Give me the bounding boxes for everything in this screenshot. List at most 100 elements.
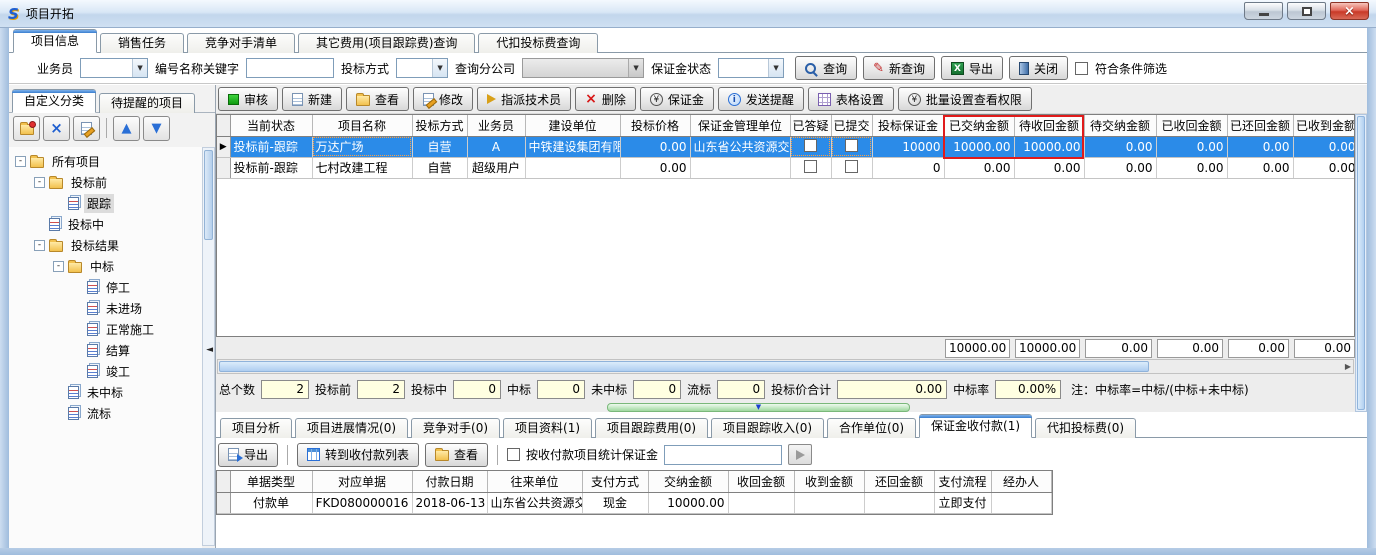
new-button[interactable]: 新建 — [282, 87, 342, 111]
column-header[interactable]: 收到金额 — [794, 471, 864, 492]
close-button[interactable]: 关闭 — [1009, 56, 1068, 80]
stat-apply-button[interactable] — [788, 444, 812, 465]
scroll-thumb[interactable] — [219, 361, 1149, 372]
maximize-button[interactable] — [1287, 2, 1326, 20]
deposit-button[interactable]: ¥保证金 — [640, 87, 714, 111]
move-down-button[interactable]: ▼ — [143, 116, 170, 141]
export-button[interactable]: X导出 — [941, 56, 1003, 80]
delete-category-button[interactable]: × — [43, 116, 70, 141]
new-query-button[interactable]: ✎新查询 — [863, 56, 935, 80]
detail-tab-1[interactable]: 项目分析 — [220, 418, 292, 438]
expander-icon[interactable]: - — [15, 156, 26, 167]
minimize-button[interactable] — [1244, 2, 1283, 20]
detail-tab-8[interactable]: 保证金收付款(1) — [919, 414, 1032, 438]
view-button[interactable]: 查看 — [346, 87, 409, 111]
column-header[interactable]: 投标方式 — [412, 115, 467, 136]
main-tab-2[interactable]: 销售任务 — [100, 33, 184, 53]
scroll-thumb[interactable] — [204, 150, 213, 240]
detail-tab-2[interactable]: 项目进展情况(0) — [295, 418, 408, 438]
tree-item[interactable]: -投标结果 — [9, 235, 202, 256]
column-header[interactable]: 收回金额 — [728, 471, 794, 492]
column-header[interactable]: 交纳金额 — [648, 471, 728, 492]
column-header[interactable]: 付款日期 — [412, 471, 487, 492]
payments-table[interactable]: 单据类型对应单据付款日期往来单位支付方式交纳金额收回金额收到金额还回金额支付流程… — [217, 471, 1052, 514]
tree-item[interactable]: 正常施工 — [9, 319, 202, 340]
column-header[interactable]: 建设单位 — [525, 115, 620, 136]
detail-tab-4[interactable]: 项目资料(1) — [503, 418, 592, 438]
condition-filter-checkbox[interactable] — [1075, 62, 1088, 75]
checkbox[interactable] — [845, 139, 858, 152]
tree-item[interactable]: -投标前 — [9, 172, 202, 193]
category-tab-1[interactable]: 自定义分类 — [12, 89, 96, 113]
view-payment-button[interactable]: 查看 — [425, 443, 488, 467]
category-tab-2[interactable]: 待提醒的项目 — [99, 93, 195, 113]
column-header[interactable]: 已收回金额 — [1156, 115, 1227, 136]
column-header[interactable]: 对应单据 — [312, 471, 412, 492]
column-header[interactable]: 待收回金额 — [1014, 115, 1084, 136]
table-row[interactable]: 付款单FKD0800000162018-06-13山东省公共资源交现金10000… — [217, 492, 1051, 513]
column-header[interactable]: 待交纳金额 — [1084, 115, 1156, 136]
new-category-button[interactable] — [13, 116, 40, 141]
column-header[interactable]: 单据类型 — [230, 471, 312, 492]
tree-item[interactable]: 停工 — [9, 277, 202, 298]
tree-item[interactable]: 结算 — [9, 340, 202, 361]
tree-item[interactable]: 未进场 — [9, 298, 202, 319]
stat-input[interactable] — [664, 445, 782, 465]
expander-icon[interactable]: - — [34, 177, 45, 188]
tree-item[interactable]: -所有项目 — [9, 151, 202, 172]
column-header[interactable]: 已答疑 — [790, 115, 831, 136]
tree-item[interactable]: 未中标 — [9, 382, 202, 403]
column-header[interactable]: 还回金额 — [864, 471, 934, 492]
column-header[interactable]: 保证金管理单位 — [690, 115, 790, 136]
export-payments-button[interactable]: 导出 — [218, 443, 278, 467]
send-reminder-button[interactable]: i发送提醒 — [718, 87, 804, 111]
main-tab-3[interactable]: 竞争对手清单 — [187, 33, 295, 53]
expander-icon[interactable]: - — [34, 240, 45, 251]
modify-button[interactable]: 修改 — [413, 87, 473, 111]
column-header[interactable]: 经办人 — [991, 471, 1051, 492]
tree-item[interactable]: -中标 — [9, 256, 202, 277]
audit-button[interactable]: 审核 — [218, 87, 278, 111]
detail-tab-5[interactable]: 项目跟踪费用(0) — [595, 418, 708, 438]
bid-method-combo[interactable]: ▼ — [396, 58, 448, 78]
table-row[interactable]: 投标前-跟踪七村改建工程自营超级用户0.0000.000.000.000.000… — [217, 157, 1355, 178]
assign-technician-button[interactable]: 指派技术员 — [477, 87, 571, 111]
delete-button[interactable]: ×删除 — [575, 87, 636, 111]
column-header[interactable]: 当前状态 — [230, 115, 312, 136]
column-header[interactable]: 已收到金额 — [1293, 115, 1355, 136]
goto-payment-list-button[interactable]: 转到收付款列表 — [297, 443, 419, 467]
move-up-button[interactable]: ▲ — [113, 116, 140, 141]
main-tab-5[interactable]: 代扣投标费查询 — [478, 33, 598, 53]
detail-tab-3[interactable]: 竞争对手(0) — [411, 418, 500, 438]
salesperson-combo[interactable]: ▼ — [80, 58, 148, 78]
scroll-thumb[interactable] — [1357, 116, 1365, 410]
detail-tab-7[interactable]: 合作单位(0) — [827, 418, 916, 438]
detail-tab-6[interactable]: 项目跟踪收入(0) — [711, 418, 824, 438]
checkbox[interactable] — [845, 160, 858, 173]
main-tab-1[interactable]: 项目信息 — [13, 29, 97, 53]
column-header[interactable]: 投标价格 — [620, 115, 690, 136]
column-header[interactable]: 业务员 — [467, 115, 525, 136]
column-header[interactable]: 已提交 — [831, 115, 872, 136]
expander-icon[interactable]: - — [53, 261, 64, 272]
column-header[interactable]: 投标保证金 — [872, 115, 944, 136]
table-settings-button[interactable]: 表格设置 — [808, 87, 894, 111]
splitter-bar[interactable]: ▼ — [607, 403, 910, 412]
main-tab-4[interactable]: 其它费用(项目跟踪费)查询 — [298, 33, 475, 53]
edit-category-button[interactable] — [73, 116, 100, 141]
query-button[interactable]: 查询 — [795, 56, 857, 80]
close-button[interactable]: × — [1330, 2, 1369, 20]
table-row[interactable]: ▶投标前-跟踪万达广场自营A中铁建设集团有限0.00山东省公共资源交100001… — [217, 136, 1355, 157]
deposit-status-combo[interactable]: ▼ — [718, 58, 784, 78]
detail-tab-9[interactable]: 代扣投标费(0) — [1035, 418, 1136, 438]
checkbox[interactable] — [804, 160, 817, 173]
scroll-right-arrow[interactable]: ▶ — [1345, 362, 1351, 371]
column-header[interactable]: 项目名称 — [312, 115, 412, 136]
vertical-scrollbar[interactable] — [1355, 114, 1367, 412]
collapse-panel-arrow[interactable]: ◄ — [206, 345, 213, 355]
branch-combo[interactable]: ▼ — [522, 58, 644, 78]
stat-by-payment-checkbox[interactable] — [507, 448, 520, 461]
checkbox[interactable] — [804, 139, 817, 152]
tree-item[interactable]: 流标 — [9, 403, 202, 424]
column-header[interactable]: 已交纳金额 — [944, 115, 1014, 136]
